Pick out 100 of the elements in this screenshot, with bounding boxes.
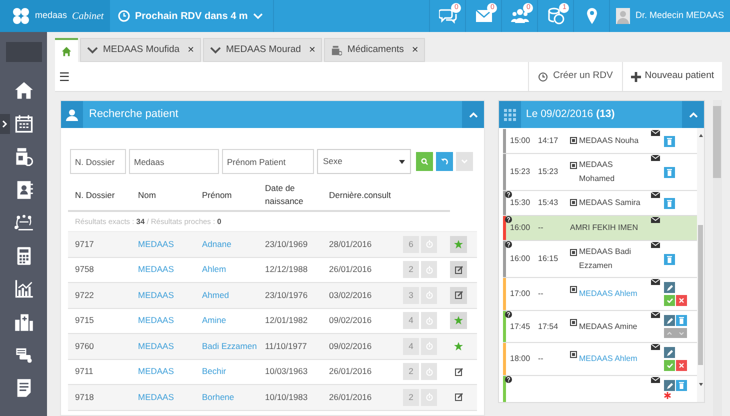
patient-name-link[interactable]: MEDAAS <box>131 390 195 404</box>
home-icon <box>61 46 72 56</box>
delete-button[interactable] <box>664 136 675 146</box>
patient-name-link[interactable]: MEDAAS <box>131 238 195 251</box>
text-field[interactable]: Medaas <box>129 149 219 174</box>
confirm-button[interactable] <box>664 360 675 371</box>
pill-bottle-icon[interactable] <box>14 147 34 167</box>
cancel-button[interactable] <box>676 295 687 306</box>
visits-count-button[interactable]: 2 <box>403 388 419 406</box>
favorite-button[interactable] <box>450 312 467 330</box>
scroll-down-icon <box>698 383 702 386</box>
visits-count-button[interactable]: 2 <box>403 261 419 278</box>
gender-select[interactable]: Sexe <box>317 149 411 174</box>
network-icon[interactable] <box>14 213 34 233</box>
tab[interactable]: Médicaments × <box>324 38 426 62</box>
refresh-icon <box>441 158 448 165</box>
patient-name: MEDAAS Badi Ezzamen <box>579 246 632 272</box>
tab[interactable]: MEDAAS Moufida × <box>80 38 201 62</box>
sidebar-logo-box <box>6 42 42 62</box>
close-tab-button[interactable]: × <box>308 42 316 58</box>
scrollbar-thumb[interactable] <box>713 106 721 178</box>
cancel-button[interactable] <box>676 360 687 371</box>
building-icon[interactable] <box>14 312 34 332</box>
create-appointment-button[interactable]: Créer un RDV <box>528 62 622 91</box>
pencil-icon <box>666 350 672 356</box>
scrollbar-thumb[interactable] <box>698 225 703 365</box>
time-cell-text: 14:17 <box>538 135 560 147</box>
table-cell-text: 9722 <box>74 288 95 302</box>
stopwatch-icon <box>426 342 432 350</box>
time-cell-text: 16:00 <box>509 253 532 265</box>
star-icon <box>454 240 463 249</box>
patient-name-link[interactable]: MEDAAS Ahlem <box>579 352 638 366</box>
edit-button[interactable] <box>450 261 467 278</box>
patient-name-link[interactable]: MEDAAS <box>131 288 195 302</box>
next-appointment-menu[interactable]: Prochain RDV dans 4 m <box>110 0 274 32</box>
patient-name-link[interactable]: Badi Ezzamen <box>195 340 258 353</box>
patient-name-link[interactable]: MEDAAS <box>131 365 195 378</box>
delete-button[interactable] <box>664 166 675 178</box>
patient-name-link[interactable]: MEDAAS <box>131 263 195 276</box>
patient-name-link[interactable]: MEDAAS <box>131 314 195 328</box>
visits-count-button[interactable]: 4 <box>403 312 419 330</box>
table-cell-text: 28/01/2016 <box>328 238 373 251</box>
search-button[interactable] <box>416 152 433 171</box>
user-menu[interactable]: Dr. Medecin MEDAAS <box>609 0 730 32</box>
delete-button[interactable] <box>664 254 675 264</box>
patient-name-link[interactable]: MEDAAS Ahlem <box>579 287 638 301</box>
time-cell-text: 15:30 <box>509 197 532 209</box>
star-icon <box>454 316 463 326</box>
tab[interactable]: MEDAAS Mourad × <box>203 38 322 62</box>
patient-name-link[interactable]: Adnane <box>195 238 258 251</box>
favorite-button[interactable] <box>450 236 467 253</box>
confirm-button[interactable] <box>664 295 675 306</box>
trash-icon <box>667 256 672 262</box>
visits-count-button[interactable]: 2 <box>403 363 419 380</box>
table-cell-text: 9760 <box>74 340 95 353</box>
visits-count-button[interactable]: 3 <box>403 286 419 304</box>
delete-button[interactable] <box>676 380 687 391</box>
reset-button[interactable] <box>436 152 453 171</box>
edit-icon <box>454 368 462 376</box>
delete-button[interactable] <box>664 198 675 208</box>
asterisk-icon <box>664 392 671 399</box>
patient-name-link[interactable]: Ahmed <box>195 288 258 302</box>
table-cell-text: 10/03/1963 <box>264 365 309 378</box>
edit-button[interactable] <box>664 315 675 326</box>
patient-name: MEDAAS Mohamed <box>579 159 616 185</box>
tab[interactable] <box>55 38 78 62</box>
sidebar-toggle[interactable] <box>0 114 10 134</box>
column-header: N. Dossier <box>74 188 116 202</box>
line-chart-icon[interactable] <box>14 279 34 299</box>
stopwatch-icon <box>426 368 432 376</box>
home-icon[interactable] <box>14 81 34 101</box>
collapse-button[interactable] <box>682 101 704 128</box>
patient-name-link[interactable]: Borhene <box>195 390 258 404</box>
visits-count-button[interactable]: 4 <box>403 338 419 355</box>
close-tab-button[interactable]: × <box>188 42 194 58</box>
table-cell-text: 09/02/2016 <box>328 314 373 328</box>
text-field[interactable]: Prénom Patient <box>222 149 314 174</box>
delete-button[interactable] <box>676 315 687 326</box>
patient-name: MEDAAS Amine <box>579 320 638 332</box>
trash-icon <box>667 168 672 176</box>
new-patient-button[interactable]: Nouveau patient <box>622 62 722 91</box>
close-tab-button[interactable]: × <box>412 42 418 58</box>
edit-button[interactable] <box>664 380 675 391</box>
close-icon <box>679 363 684 368</box>
text-field[interactable]: N. Dossier <box>70 149 126 174</box>
patient-name-link[interactable]: Ahlem <box>195 263 258 276</box>
visits-count-button[interactable]: 6 <box>403 236 419 253</box>
edit-button[interactable] <box>664 282 675 293</box>
edit-button[interactable] <box>664 347 675 358</box>
trash-icon <box>679 382 684 389</box>
edit-button[interactable] <box>450 286 467 304</box>
patient-name-link[interactable]: Bechir <box>195 365 258 378</box>
patient-name: MEDAAS Samira <box>579 197 640 209</box>
calendar-icon[interactable] <box>14 114 34 134</box>
star-icon <box>454 342 463 351</box>
patient-name-link[interactable]: Amine <box>195 314 258 328</box>
patient-name-link[interactable]: MEDAAS <box>131 340 195 353</box>
table-cell-text: 11/10/1977 <box>264 340 308 353</box>
menu-button[interactable]: ☰ <box>59 68 70 86</box>
collapse-button[interactable] <box>462 101 484 128</box>
